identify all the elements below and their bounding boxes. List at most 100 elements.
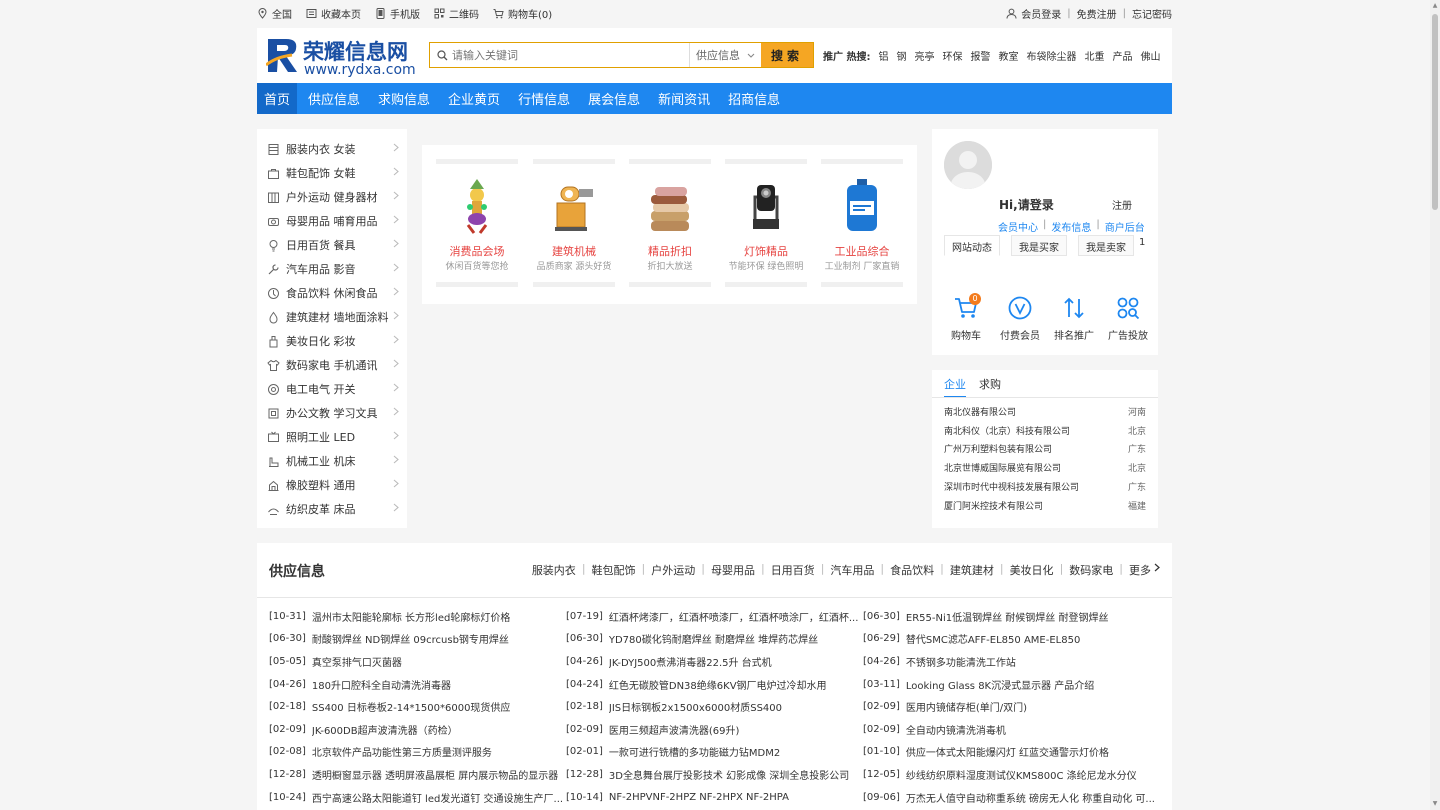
supply-item[interactable]: [06-30] 耐酸钢焊丝 ND钢焊丝 09crcusb钢专用焊丝 — [269, 628, 565, 651]
supply-item[interactable]: [02-09] 医用三频超声波清洗器(69升) — [566, 718, 862, 741]
supply-item[interactable]: [10-31] 温州市太阳能轮廓标 长方形led轮廓标灯价格 — [269, 605, 565, 628]
hot-keyword-link[interactable]: 产品 — [1112, 48, 1132, 63]
hot-keyword-link[interactable]: 钢 — [896, 48, 906, 63]
supply-tab[interactable]: 更多 — [1129, 562, 1151, 578]
member-center-link[interactable]: 会员中心 — [998, 219, 1038, 234]
tab-site-news[interactable]: 网站动态 — [944, 235, 1000, 256]
nav-item[interactable]: 求购信息 — [371, 83, 437, 114]
supply-item[interactable]: [02-01] 一款可进行铣槽的多功能磁力钻MDM2 — [566, 741, 862, 764]
tab-buyer[interactable]: 我是买家 — [1011, 235, 1067, 256]
scroll-up-icon[interactable]: ▲ — [1431, 2, 1439, 10]
hot-keyword-link[interactable]: 佛山 — [1140, 48, 1160, 63]
category-item[interactable]: 建筑建材 墙地面涂料 — [257, 305, 407, 329]
nav-item[interactable]: 首页 — [257, 83, 298, 114]
category-item[interactable]: 鞋包配饰 女鞋 — [257, 161, 407, 185]
merchant-backend-link[interactable]: 商户后台 — [1105, 219, 1145, 234]
supply-item[interactable]: [12-05] 纱线纺织原料湿度测试仪KMS800C 涤纶尼龙水分仪 — [863, 763, 1159, 786]
hot-keyword-link[interactable]: 布袋除尘器 — [1026, 48, 1076, 63]
company-row[interactable]: 北京世博威国际展览有限公司 北京 — [944, 458, 1146, 477]
scrollbar[interactable]: ▲ ▼ — [1430, 0, 1440, 810]
supply-item[interactable]: [07-19] 红酒杯烤漆厂，红酒杯喷漆厂，红酒杯喷涂厂，红酒杯... — [566, 605, 862, 628]
topbar-item[interactable]: 购物车(0) — [493, 6, 552, 21]
supply-tab[interactable]: 美妆日化 — [1010, 562, 1054, 578]
company-row[interactable]: 广州万利塑料包装有限公司 广东 — [944, 440, 1146, 459]
category-item[interactable]: 美妆日化 彩妆 — [257, 329, 407, 353]
supply-tab[interactable]: 母婴用品 — [711, 562, 755, 578]
category-item[interactable]: 汽车用品 影音 — [257, 257, 407, 281]
register-link[interactable]: 免费注册 — [1077, 6, 1117, 21]
category-item[interactable]: 照明工业 LED — [257, 425, 407, 449]
nav-item[interactable]: 新闻资讯 — [651, 83, 717, 114]
supply-item[interactable]: [04-26] 不锈钢多功能清洗工作站 — [863, 650, 1159, 673]
category-item[interactable]: 服装内衣 女装 — [257, 137, 407, 161]
tab-companies[interactable]: 企业 — [944, 376, 966, 398]
supply-item[interactable]: [04-26] JK-DYJ500煮沸消毒器22.5升 台式机 — [566, 650, 862, 673]
company-row[interactable]: 南北科仪（北京）科技有限公司 北京 — [944, 421, 1146, 440]
supply-item[interactable]: [02-09] 医用内镜储存柜(单门/双门) — [863, 695, 1159, 718]
rank-action[interactable]: 排名推广 — [1050, 295, 1098, 342]
supply-item[interactable]: [06-30] ER55-Ni1低温钢焊丝 耐候钢焊丝 耐登钢焊丝 — [863, 605, 1159, 628]
topbar-item[interactable]: 手机版 — [375, 6, 420, 21]
vip-action[interactable]: 付费会员 — [996, 295, 1044, 342]
category-item[interactable]: 纺织皮革 床品 — [257, 497, 407, 521]
nav-item[interactable]: 供应信息 — [301, 83, 367, 114]
product-card[interactable]: 建筑机械 品质商家 源头好货 — [533, 159, 615, 287]
tab-purchases[interactable]: 求购 — [979, 376, 1001, 398]
supply-item[interactable]: [04-24] 红色无碳胶管DN38绝缘6KV钢厂电炉过冷却水用 — [566, 673, 862, 696]
publish-info-link[interactable]: 发布信息 — [1051, 219, 1091, 234]
supply-item[interactable]: [02-09] JK-600DB超声波清洗器（药检） — [269, 718, 565, 741]
category-item[interactable]: 母婴用品 哺育用品 — [257, 209, 407, 233]
scrollbar-thumb[interactable] — [1432, 14, 1438, 210]
category-item[interactable]: 办公文教 学习文具 — [257, 401, 407, 425]
login-link[interactable]: 会员登录 — [1021, 6, 1061, 21]
product-card[interactable]: 精品折扣 折扣大放送 — [629, 159, 711, 287]
supply-tab[interactable]: 服装内衣 — [532, 562, 576, 578]
product-card[interactable]: 工业品综合 工业制剂 厂家直销 — [821, 159, 903, 287]
supply-tab[interactable]: 数码家电 — [1069, 562, 1113, 578]
supply-item[interactable]: [10-14] NF-2HPVNF-2HPZ NF-2HPX NF-2HPA — [566, 786, 862, 809]
supply-tab[interactable]: 汽车用品 — [830, 562, 874, 578]
supply-tab[interactable]: 食品饮料 — [890, 562, 934, 578]
category-item[interactable]: 电工电气 开关 — [257, 377, 407, 401]
category-item[interactable]: 户外运动 健身器材 — [257, 185, 407, 209]
supply-item[interactable]: [02-18] JIS日标钢板2x1500x6000材质SS400 — [566, 695, 862, 718]
hot-keyword-link[interactable]: 教室 — [998, 48, 1018, 63]
supply-item[interactable]: [05-05] 真空泵排气口灭菌器 — [269, 650, 565, 673]
supply-item[interactable]: [01-10] 供应一体式太阳能爆闪灯 红蓝交通警示灯价格 — [863, 741, 1159, 764]
login-greeting[interactable]: Hi,请登录 — [999, 196, 1054, 213]
company-row[interactable]: 南北仪器有限公司 河南 — [944, 402, 1146, 421]
supply-item[interactable]: [10-24] 西宁高速公路太阳能道钉 led发光道钉 交通设施生产厂... — [269, 786, 565, 809]
ad-action[interactable]: 广告投放 — [1104, 295, 1152, 342]
category-item[interactable]: 数码家电 手机通讯 — [257, 353, 407, 377]
hot-keyword-link[interactable]: 北重 — [1084, 48, 1104, 63]
nav-item[interactable]: 行情信息 — [511, 83, 577, 114]
search-input[interactable] — [450, 43, 689, 67]
hot-keyword-link[interactable]: 环保 — [942, 48, 962, 63]
scroll-down-icon[interactable]: ▼ — [1431, 800, 1439, 808]
supply-item[interactable]: [09-06] 万杰无人值守自动称重系统 磅房无人化 称重自动化 可... — [863, 786, 1159, 809]
nav-item[interactable]: 企业黄页 — [441, 83, 507, 114]
supply-item[interactable]: [12-28] 透明橱窗显示器 透明屏液晶展柜 屏内展示物品的显示器 — [269, 763, 565, 786]
category-item[interactable]: 橡胶塑料 通用 — [257, 473, 407, 497]
cart-action[interactable]: 0 购物车 — [942, 293, 990, 342]
product-card[interactable]: 消费品会场 休闲百货等您抢 — [436, 159, 518, 287]
supply-item[interactable]: [02-18] SS400 日标卷板2-14*1500*6000现货供应 — [269, 695, 565, 718]
topbar-item[interactable]: 收藏本页 — [306, 6, 361, 21]
supply-item[interactable]: [02-08] 北京软件产品功能性第三方质量测评服务 — [269, 741, 565, 764]
supply-item[interactable]: [02-09] 全自动内镜清洗消毒机 — [863, 718, 1159, 741]
search-button[interactable]: 搜索 — [761, 43, 813, 67]
topbar-item[interactable]: 二维码 — [434, 6, 479, 21]
user-register-link[interactable]: 注册 — [1112, 197, 1132, 212]
site-logo[interactable]: 荣耀信息网 www.rydxa.com — [266, 35, 416, 78]
supply-item[interactable]: [03-11] Looking Glass 8K沉浸式显示器 产品介绍 — [863, 673, 1159, 696]
category-item[interactable]: 机械工业 机床 — [257, 449, 407, 473]
supply-item[interactable]: [12-28] 3D全息舞台展厅投影技术 幻影成像 深圳全息投影公司 — [566, 763, 862, 786]
supply-tab[interactable]: 日用百货 — [771, 562, 815, 578]
product-card[interactable]: 灯饰精品 节能环保 绿色照明 — [725, 159, 807, 287]
forgot-password-link[interactable]: 忘记密码 — [1132, 6, 1172, 21]
hot-keyword-link[interactable]: 亮亭 — [914, 48, 934, 63]
nav-item[interactable]: 招商信息 — [721, 83, 787, 114]
supply-item[interactable]: [04-26] 180升口腔科全自动清洗消毒器 — [269, 673, 565, 696]
supply-item[interactable]: [06-30] YD780碳化钨耐磨焊丝 耐磨焊丝 堆焊药芯焊丝 — [566, 628, 862, 651]
category-item[interactable]: 食品饮料 休闲食品 — [257, 281, 407, 305]
